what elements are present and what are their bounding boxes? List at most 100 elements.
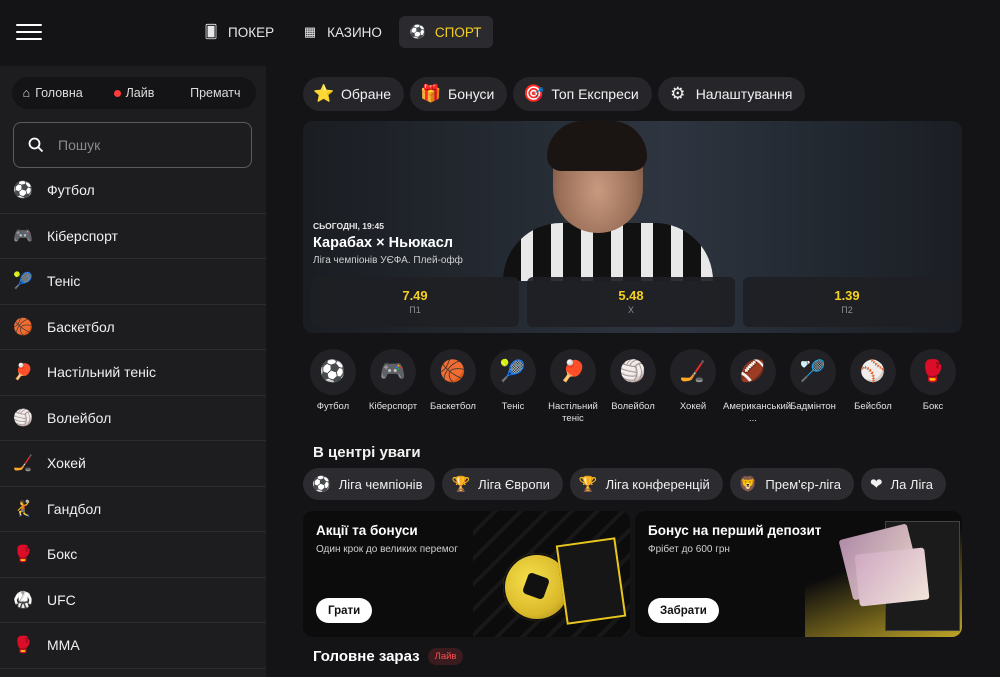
segment-home-label: Головна xyxy=(35,86,83,100)
sidebar-sport-item[interactable]: 🏓 Настільний теніс xyxy=(0,350,266,396)
sport-icon: 🥋 xyxy=(13,591,33,609)
category-label: Баскетбол xyxy=(430,401,476,412)
category-label: Бейсбол xyxy=(854,401,892,412)
promo-card-bonuses[interactable]: Акції та бонуси Один крок до великих пер… xyxy=(303,511,630,637)
sidebar-sport-item[interactable]: 🥋 UFC xyxy=(0,578,266,623)
segment-home[interactable]: ⌂ Головна xyxy=(12,86,93,100)
match-time: СЬОГОДНІ, 19:45 xyxy=(313,221,384,231)
league-icon: ❤ xyxy=(869,476,883,493)
claim-button[interactable]: Забрати xyxy=(648,598,719,623)
promo-subtitle: Один крок до великих перемог xyxy=(316,544,458,555)
league-chip[interactable]: 🏆 Ліга конференцій xyxy=(569,468,723,500)
odd-label: П2 xyxy=(841,305,853,315)
league-chip[interactable]: 🦁 Прем'єр-ліга xyxy=(729,468,854,500)
sport-category[interactable]: 🏒 Хокей xyxy=(663,349,723,425)
sport-icon: 🥊 xyxy=(13,546,33,564)
sports-list: ⚽ Футбол 🎮 Кіберспорт 🎾 Теніс 🏀 Баскетбол 🏓 Насті… xyxy=(0,168,266,669)
sport-label: Гандбол xyxy=(47,500,102,517)
category-label: Теніс xyxy=(501,401,525,412)
search-box[interactable] xyxy=(13,122,252,168)
live-badge: Лайв xyxy=(427,648,464,665)
league-label: Ліга чемпіонів xyxy=(338,476,423,492)
sport-category[interactable]: 🏐 Волейбол xyxy=(603,349,663,425)
sport-icon: 🏐 xyxy=(13,409,33,427)
focus-title: В центрі уваги xyxy=(313,444,421,461)
sidebar-sport-item[interactable]: ⚽ Футбол xyxy=(0,168,266,214)
league-label: Ліга конференцій xyxy=(605,476,710,492)
quick-chip[interactable]: 🎁 Бонуси xyxy=(410,77,508,111)
sport-icon: 🏀 xyxy=(13,318,33,336)
sport-label: Волейбол xyxy=(47,409,112,426)
sidebar-sport-item[interactable]: 🎾 Теніс xyxy=(0,259,266,305)
promo-card-deposit[interactable]: Бонус на перший депозит Фрібет до 600 гр… xyxy=(635,511,962,637)
sidebar-sport-item[interactable]: 🏀 Баскетбол xyxy=(0,305,266,350)
sport-icon: 🏓 xyxy=(13,364,33,382)
chip-icon: 🎁 xyxy=(420,84,442,103)
segment-live[interactable]: Лайв xyxy=(93,86,174,100)
sport-category[interactable]: 🏀 Баскетбол xyxy=(423,349,483,425)
category-label: Волейбол xyxy=(611,401,655,412)
category-icon: 🏐 xyxy=(610,349,656,395)
quick-chip[interactable]: 🎯 Топ Експреси xyxy=(513,77,652,111)
league-chip[interactable]: ❤ Ла Ліга xyxy=(860,468,947,500)
promo-subtitle: Фрібет до 600 грн xyxy=(648,544,730,555)
category-label: Кіберспорт xyxy=(368,401,418,412)
sport-category[interactable]: 🏓 Настільний теніс xyxy=(543,349,603,425)
chip-icon: 🎯 xyxy=(523,84,545,103)
search-icon xyxy=(28,137,44,153)
play-button[interactable]: Грати xyxy=(316,598,373,623)
sidebar-sport-item[interactable]: 🎮 Кіберспорт xyxy=(0,214,266,259)
category-icon: 🏓 xyxy=(550,349,596,395)
league-icon: ⚽ xyxy=(312,476,331,493)
chip-label: Налаштування xyxy=(695,86,793,102)
quick-chips: ⭐ Обране 🎁 Бонуси 🎯 Топ Експреси ⚙ Налаштування xyxy=(303,77,806,111)
chip-label: Топ Експреси xyxy=(551,86,639,102)
tab-poker[interactable]: 🂠 ПОКЕР xyxy=(192,16,285,48)
hero-banner[interactable]: СЬОГОДНІ, 19:45 Карабах × Ньюкасл Ліга ч… xyxy=(303,121,962,333)
tab-sport[interactable]: ⚽ СПОРТ xyxy=(398,16,493,48)
top-bar: 🂠 ПОКЕР ▦ КАЗИНО ⚽ СПОРТ xyxy=(0,0,1000,66)
quick-chip[interactable]: ⭐ Обране xyxy=(303,77,404,111)
sport-label: Кіберспорт xyxy=(47,227,118,244)
sport-label: Настільний теніс xyxy=(47,364,157,381)
player-image xyxy=(503,121,713,281)
league-label: Прем'єр-ліга xyxy=(765,476,841,492)
sidebar-sport-item[interactable]: 🏐 Волейбол xyxy=(0,396,266,441)
odd-draw[interactable]: 5.48 Х xyxy=(527,277,735,327)
odd-home[interactable]: 7.49 П1 xyxy=(311,277,519,327)
segment-prematch[interactable]: Прематч xyxy=(175,86,256,100)
sport-category[interactable]: 🎮 Кіберспорт xyxy=(363,349,423,425)
odd-value: 1.39 xyxy=(834,288,860,303)
menu-icon[interactable] xyxy=(16,24,42,42)
sport-icon: 🥊 xyxy=(13,637,33,655)
main-now-header: Головне зараз Лайв xyxy=(313,648,464,665)
category-icon: 🎾 xyxy=(490,349,536,395)
sport-category[interactable]: ⚽ Футбол xyxy=(303,349,363,425)
sport-category[interactable]: 🏸 Бадмінтон xyxy=(783,349,843,425)
sidebar-sport-item[interactable]: 🥊 MMA xyxy=(0,623,266,669)
odd-away[interactable]: 1.39 П2 xyxy=(743,277,951,327)
sport-category[interactable]: 🎾 Теніс xyxy=(483,349,543,425)
sport-category[interactable]: 🥊 Бокс xyxy=(903,349,963,425)
category-icon: 🏀 xyxy=(430,349,476,395)
sport-category[interactable]: 🏈 Американський ... xyxy=(723,349,791,425)
sport-label: Хокей xyxy=(47,455,86,472)
league-chip[interactable]: ⚽ Ліга чемпіонів xyxy=(303,468,436,500)
sidebar-sport-item[interactable]: 🤾 Гандбол xyxy=(0,487,266,532)
sport-ball-icon: ⚽ xyxy=(409,24,426,39)
tab-casino[interactable]: ▦ КАЗИНО xyxy=(291,16,393,48)
sport-label: Теніс xyxy=(47,273,81,290)
slot-machine-icon: ▦ xyxy=(303,24,317,39)
sidebar-sport-item[interactable]: 🏒 Хокей xyxy=(0,441,266,487)
segment-live-label: Лайв xyxy=(125,86,155,100)
live-dot-icon xyxy=(113,89,121,97)
quick-chip[interactable]: ⚙ Налаштування xyxy=(657,77,806,111)
league-chip[interactable]: 🏆 Ліга Європи xyxy=(442,468,563,500)
sidebar-sport-item[interactable]: 🥊 Бокс xyxy=(0,532,266,578)
league-chips: ⚽ Ліга чемпіонів 🏆 Ліга Європи 🏆 Ліга конфере… xyxy=(303,468,947,500)
sport-category[interactable]: ⚾ Бейсбол xyxy=(843,349,903,425)
odd-label: Х xyxy=(627,305,634,315)
chip-icon: ⚙ xyxy=(670,84,686,103)
search-input[interactable] xyxy=(58,137,228,153)
chip-label: Обране xyxy=(341,86,391,102)
